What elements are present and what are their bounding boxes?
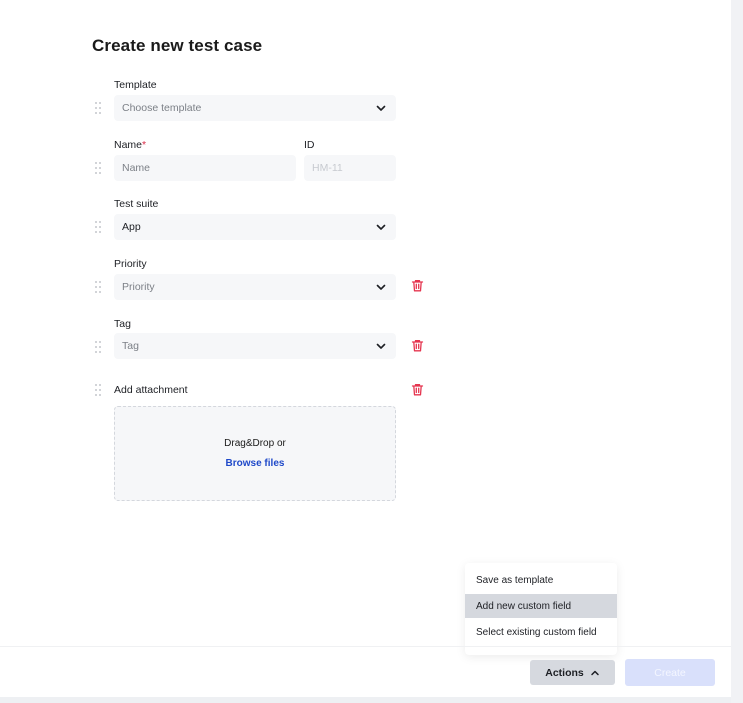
name-label: Name* [114,139,147,151]
create-button[interactable]: Create [625,659,715,686]
priority-select[interactable]: Priority [114,274,396,300]
test-suite-value: App [122,221,141,233]
drag-handle-icon[interactable] [95,221,103,233]
priority-placeholder: Priority [122,281,155,293]
drag-handle-icon[interactable] [95,341,103,353]
dropzone-text: Drag&Drop or [224,438,286,449]
menu-item-add-new-custom-field[interactable]: Add new custom field [465,594,617,618]
required-mark: * [142,139,147,151]
chevron-down-icon [376,105,386,111]
chevron-down-icon [376,343,386,349]
id-label: ID [304,139,315,151]
tag-placeholder: Tag [122,340,139,352]
id-placeholder: HM-11 [312,162,343,174]
test-suite-select[interactable]: App [114,214,396,240]
template-select[interactable]: Choose template [114,95,396,121]
trash-icon[interactable] [411,339,424,352]
tag-select[interactable]: Tag [114,333,396,359]
chevron-down-icon [376,224,386,230]
chevron-down-icon [376,284,386,290]
chevron-up-icon [591,670,599,675]
name-input[interactable]: Name [114,155,296,181]
actions-menu: Save as template Add new custom field Se… [465,563,617,655]
id-field: HM-11 [304,155,396,181]
drag-handle-icon[interactable] [95,281,103,293]
right-gutter [731,0,743,703]
priority-label: Priority [114,258,147,270]
attachment-dropzone[interactable]: Drag&Drop or Browse files [114,406,396,501]
menu-item-save-as-template[interactable]: Save as template [465,568,617,592]
drag-handle-icon[interactable] [95,162,103,174]
actions-button[interactable]: Actions [530,660,615,685]
bottom-strip [0,697,731,703]
name-placeholder: Name [122,162,151,174]
menu-item-select-existing-custom-field[interactable]: Select existing custom field [465,620,617,644]
drag-handle-icon[interactable] [95,384,103,396]
attachment-label: Add attachment [114,384,188,396]
actions-button-label: Actions [545,666,584,679]
test-suite-label: Test suite [114,198,159,210]
template-label: Template [114,79,157,91]
browse-files-link[interactable]: Browse files [115,458,395,469]
trash-icon[interactable] [411,383,424,396]
footer-divider [0,646,731,647]
drag-handle-icon[interactable] [95,102,103,114]
page-title: Create new test case [92,36,263,55]
tag-label: Tag [114,318,131,330]
template-placeholder: Choose template [122,102,202,114]
trash-icon[interactable] [411,279,424,292]
